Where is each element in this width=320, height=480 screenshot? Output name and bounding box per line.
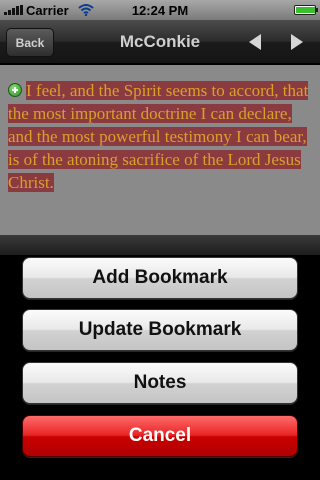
back-button[interactable]: Back [6,28,54,57]
navigation-bar: Back McConkie [0,20,320,64]
status-bar: Carrier 12:24 PM [0,0,320,20]
status-time: 12:24 PM [131,3,189,18]
action-sheet: Add Bookmark Update Bookmark Notes Cance… [0,255,320,480]
battery-icon [294,5,318,15]
plus-circle-icon[interactable] [8,83,22,97]
page-title: McConkie [119,32,201,51]
quote-content: I feel, and the Spirit seems to accord, … [0,65,320,235]
update-bookmark-button[interactable]: Update Bookmark [22,309,298,351]
cancel-button[interactable]: Cancel [22,415,298,457]
highlighted-quote[interactable]: I feel, and the Spirit seems to accord, … [8,81,309,192]
add-bookmark-button[interactable]: Add Bookmark [22,257,298,299]
notes-button[interactable]: Notes [22,362,298,404]
battery-fill [296,7,315,13]
content-bottom-bar [0,235,320,255]
triangle-left-icon[interactable] [245,31,267,53]
triangle-right-icon[interactable] [285,31,307,53]
